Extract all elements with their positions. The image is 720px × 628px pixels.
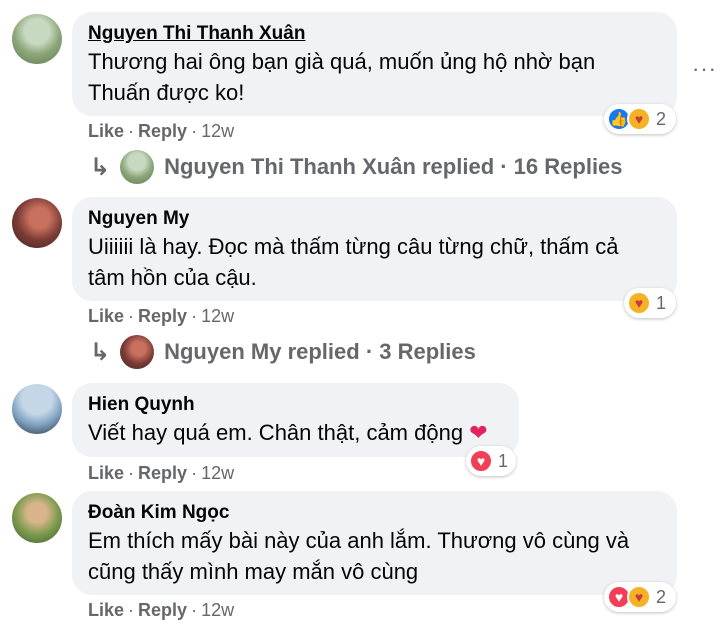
love-icon: ♥ (469, 449, 493, 473)
like-button[interactable]: Like (88, 306, 124, 326)
replies-label: Nguyen My replied · 3 Replies (164, 339, 476, 364)
view-replies-link[interactable]: ↳ Nguyen Thi Thanh Xuân replied · 16 Rep… (90, 150, 623, 184)
comment-text-line: cũng thấy mình may mắn vô cùng (88, 559, 419, 584)
reply-avatar (120, 150, 155, 184)
avatar[interactable] (12, 384, 62, 434)
reactions-summary[interactable]: ♥ ♥ 2 (604, 582, 676, 612)
reply-avatar (120, 335, 155, 369)
separator-dot: · (128, 600, 135, 620)
separator-dot: · (191, 600, 198, 620)
separator-dot: · (191, 463, 198, 483)
care-icon: ♥ (627, 291, 651, 315)
reactions-summary[interactable]: ♥ 1 (466, 446, 516, 476)
timestamp[interactable]: 12w (201, 306, 234, 326)
comment-actions: Like · Reply · 12w (88, 306, 234, 327)
separator-dot: · (128, 463, 135, 483)
separator-dot: · (128, 306, 135, 326)
comment-bubble: Hien Quynh Viết hay quá em. Chân thật, c… (72, 383, 519, 457)
avatar[interactable] (12, 14, 62, 64)
heart-emoji: ❤ (469, 420, 488, 445)
reply-button[interactable]: Reply (138, 463, 187, 483)
care-icon: ♥ (627, 585, 651, 609)
reactions-summary[interactable]: ♥ 1 (624, 288, 676, 318)
view-replies-link[interactable]: ↳ Nguyen My replied · 3 Replies (90, 335, 476, 369)
comment-actions: Like · Reply · 12w (88, 463, 234, 484)
timestamp[interactable]: 12w (201, 121, 234, 141)
reactions-summary[interactable]: 👍 ♥ 2 (604, 104, 676, 134)
care-icon: ♥ (627, 107, 651, 131)
like-button[interactable]: Like (88, 121, 124, 141)
reaction-count: 1 (498, 450, 509, 471)
separator-dot: · (128, 121, 135, 141)
reply-arrow-icon: ↳ (90, 338, 111, 366)
comment-author[interactable]: Nguyen Thi Thanh Xuân (88, 22, 661, 46)
comment-text-line: Uiiiiii là hay. Đọc mà thấm từng câu từn… (88, 234, 619, 259)
comment-author[interactable]: Đoàn Kim Ngọc (88, 501, 661, 525)
comment-text-line: Thương hai ông bạn già quá, muốn ủng hộ … (88, 49, 596, 74)
comment-author[interactable]: Nguyen My (88, 207, 661, 231)
comment-author[interactable]: Hien Quynh (88, 393, 503, 417)
avatar[interactable] (12, 198, 62, 248)
separator-dot: · (191, 306, 198, 326)
separator-dot: · (191, 121, 198, 141)
like-button[interactable]: Like (88, 600, 124, 620)
comment-actions: Like · Reply · 12w (88, 600, 234, 621)
reply-button[interactable]: Reply (138, 600, 187, 620)
comment-text-line: tâm hồn của cậu. (88, 265, 257, 290)
reply-button[interactable]: Reply (138, 306, 187, 326)
comment-bubble: Nguyen My Uiiiiii là hay. Đọc mà thấm từ… (72, 197, 677, 301)
comment-bubble: Đoàn Kim Ngọc Em thích mấy bài này của a… (72, 491, 677, 595)
comment-actions: Like · Reply · 12w (88, 121, 234, 142)
avatar[interactable] (12, 493, 62, 543)
timestamp[interactable]: 12w (201, 600, 234, 620)
reaction-count: 2 (656, 586, 667, 607)
comment-text-line: Thuấn được ko! (88, 80, 245, 105)
timestamp[interactable]: 12w (201, 463, 234, 483)
like-button[interactable]: Like (88, 463, 124, 483)
reaction-count: 2 (656, 108, 667, 129)
comment-bubble: Nguyen Thi Thanh Xuân Thương hai ông bạn… (72, 12, 677, 116)
reaction-count: 1 (656, 292, 667, 313)
reply-button[interactable]: Reply (138, 121, 187, 141)
comment-text-line: Viết hay quá em. Chân thật, cảm động ❤ (88, 417, 503, 448)
comment-text-line: Em thích mấy bài này của anh lắm. Thương… (88, 528, 630, 553)
replies-label: Nguyen Thi Thanh Xuân replied · 16 Repli… (164, 154, 623, 179)
comment-text: Viết hay quá em. Chân thật, cảm động (88, 420, 464, 445)
more-options-icon[interactable]: ··· (692, 56, 717, 82)
reply-arrow-icon: ↳ (90, 153, 111, 181)
